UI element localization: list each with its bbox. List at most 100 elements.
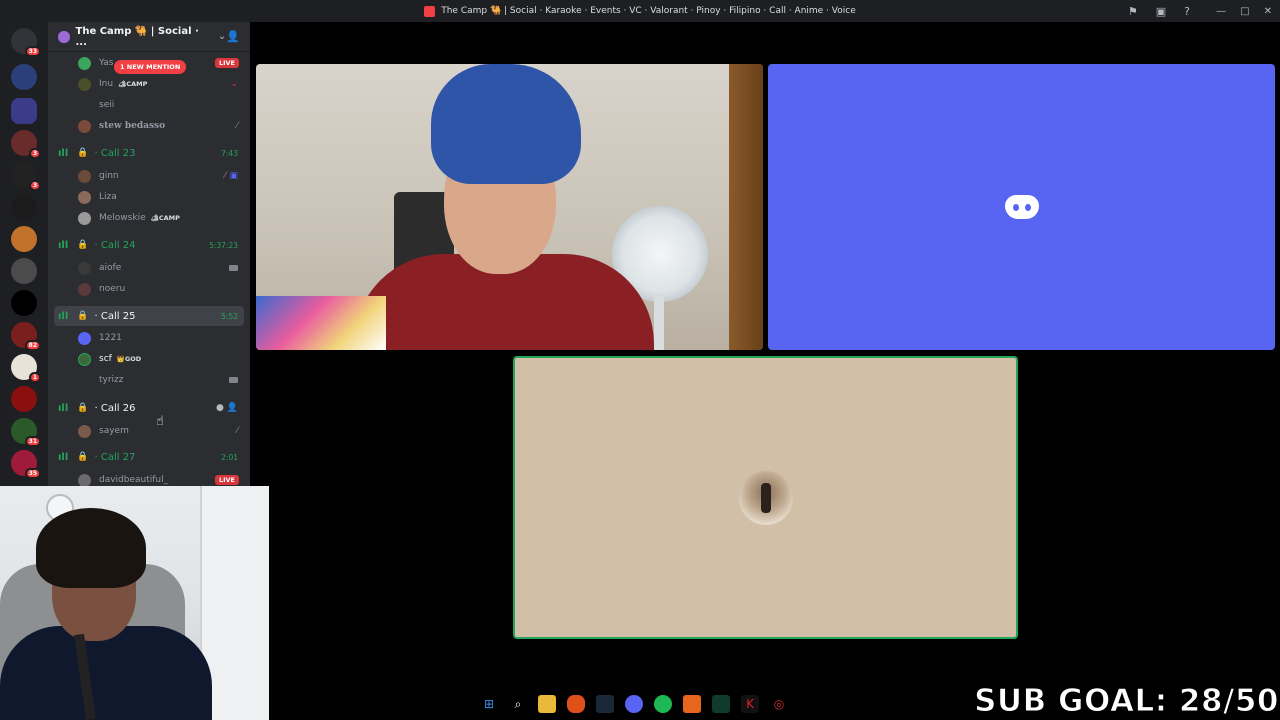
- role-tag: 👑GOD: [116, 355, 142, 363]
- app-icon-k[interactable]: K: [741, 695, 759, 713]
- server-badge-icon: [58, 30, 70, 43]
- spotify-icon[interactable]: [654, 695, 672, 713]
- voice-user[interactable]: tyrizz: [48, 370, 250, 390]
- voice-channel-call-23[interactable]: ıll 🔒 · Call 23 7:43: [48, 143, 250, 163]
- voice-user[interactable]: Liza: [48, 187, 250, 207]
- file-explorer-icon[interactable]: [538, 695, 556, 713]
- maximize-icon[interactable]: □: [1240, 6, 1249, 17]
- streamer-webcam: [0, 486, 269, 720]
- streamer-shirt: [0, 626, 212, 720]
- server-badge: 3: [28, 180, 41, 191]
- voice-channel-call-26[interactable]: ıll 🔒 · Call 26 ● 👤: [48, 398, 250, 418]
- avatar-figure: [760, 482, 771, 513]
- chat-icon[interactable]: ●: [216, 403, 224, 413]
- channel-name: · Call 26: [94, 402, 136, 414]
- voice-channel-call-27[interactable]: ıll 🔒 · Call 27 2:01: [48, 447, 250, 467]
- lock-icon: 🔒: [77, 240, 89, 250]
- server-badge: 31: [24, 436, 41, 447]
- avatar: [78, 352, 91, 366]
- server-folder[interactable]: [11, 98, 37, 124]
- voice-user[interactable]: 1221: [48, 328, 250, 348]
- live-badge: LIVE: [214, 475, 239, 485]
- lock-icon: 🔒: [77, 311, 89, 321]
- discord-taskbar-icon[interactable]: [625, 695, 643, 713]
- avatar: [78, 169, 91, 183]
- server-badge: 82: [24, 340, 41, 351]
- call-timer: 5:52: [221, 311, 238, 321]
- pillow: [256, 296, 386, 350]
- invite-people-icon[interactable]: 👤: [226, 30, 240, 43]
- close-icon[interactable]: ✕: [1264, 6, 1272, 17]
- server-icon-2[interactable]: 3: [11, 130, 41, 159]
- video-tile-discord[interactable]: [768, 64, 1275, 350]
- avatar: [78, 190, 91, 204]
- windows-start-icon[interactable]: ⊞: [480, 695, 498, 713]
- user-name: aiofe: [99, 263, 122, 273]
- server-icon-4[interactable]: [11, 258, 37, 284]
- brave-browser-icon[interactable]: [567, 695, 585, 713]
- user-name: ginn: [99, 171, 119, 181]
- search-icon[interactable]: ⌕: [509, 695, 527, 713]
- screen: The Camp 🐫 | Social · Karaoke · Events ·…: [0, 0, 1280, 720]
- user-name: Melowskie: [99, 213, 146, 223]
- app-icon-orange[interactable]: [683, 695, 701, 713]
- voice-activity-icon: ıll: [58, 239, 69, 251]
- video-tile-camera[interactable]: [256, 64, 763, 350]
- server-icon-8[interactable]: 31: [11, 418, 41, 447]
- steam-icon[interactable]: [596, 695, 614, 713]
- head-towel: [431, 64, 581, 184]
- voice-user[interactable]: Inu 🏕CAMP ⌄: [48, 74, 250, 94]
- sub-goal-overlay: SUB GOAL: 28/50: [974, 683, 1279, 720]
- channel-sidebar: The Camp 🐫 | Social · ... ⌄ 👤 Yas LIVE 1…: [48, 22, 250, 488]
- streamer-hair: [36, 508, 146, 588]
- voice-user[interactable]: noeru: [48, 279, 250, 299]
- user-name: davidbeautiful_: [99, 475, 169, 485]
- terminal-icon[interactable]: [712, 695, 730, 713]
- title-bar: The Camp 🐫 | Social · Karaoke · Events ·…: [0, 0, 1280, 22]
- flag-icon[interactable]: ⚑: [1128, 5, 1138, 18]
- voice-user[interactable]: aiofe: [48, 258, 250, 278]
- voice-user[interactable]: sayem ⁄: [48, 421, 250, 441]
- channel-name: · Call 23: [94, 147, 136, 159]
- server-icon-7[interactable]: [11, 386, 37, 412]
- server-icon-the-camp[interactable]: 1: [11, 354, 41, 383]
- minimize-icon[interactable]: —: [1216, 6, 1226, 17]
- new-mention-pill[interactable]: 1 NEW MENTION: [114, 60, 187, 74]
- server-name: The Camp 🐫 | Social · ...: [75, 25, 199, 48]
- voice-user[interactable]: scf 👑GOD: [48, 349, 250, 369]
- server-icon: [424, 5, 436, 17]
- titlebar-tools: ⚑ ▣ ?: [1128, 0, 1190, 22]
- call-timer: 5:37:23: [209, 240, 238, 250]
- server-icon-pizzeria[interactable]: [11, 226, 37, 252]
- voice-user[interactable]: stew bedasso ⁄: [48, 116, 250, 136]
- server-icon-3[interactable]: [11, 194, 37, 220]
- call-timer: 2:01: [221, 452, 238, 462]
- user-name: sayem: [99, 426, 129, 436]
- screen-share-icon[interactable]: ▣: [1156, 5, 1166, 18]
- server-icon-5[interactable]: [11, 290, 37, 316]
- chevron-down-icon[interactable]: ⌄: [218, 31, 226, 42]
- activity-icon: ▣: [229, 171, 238, 181]
- voice-channel-call-25[interactable]: ıll 🔒 · Call 25 5:52: [54, 306, 244, 326]
- user-name: Liza: [99, 192, 117, 202]
- voice-user[interactable]: ginn ⁄ ▣: [48, 166, 250, 186]
- muted-icon: ⁄: [224, 171, 226, 181]
- channel-name: · Call 24: [94, 239, 136, 251]
- help-icon[interactable]: ?: [1184, 5, 1190, 18]
- voice-activity-icon: ıll: [58, 402, 69, 414]
- server-icon-sixtine[interactable]: 3: [11, 162, 41, 191]
- server-icon-9[interactable]: 35: [11, 450, 41, 479]
- voice-user[interactable]: seii: [48, 95, 250, 115]
- server-icon-6[interactable]: 82: [11, 322, 41, 351]
- voice-channel-call-24[interactable]: ıll 🔒 · Call 24 5:37:23: [48, 235, 250, 255]
- video-tile-avatar-speaking[interactable]: [513, 356, 1018, 639]
- invite-icon[interactable]: 👤: [227, 403, 238, 413]
- muted-icon: ⁄: [236, 426, 238, 436]
- participant-avatar: [738, 470, 793, 525]
- voice-user[interactable]: Melowskie 🏕CAMP: [48, 208, 250, 228]
- server-badge: 35: [24, 468, 41, 479]
- server-icon-1[interactable]: [11, 64, 37, 90]
- home-button[interactable]: 33: [11, 28, 41, 57]
- server-header[interactable]: The Camp 🐫 | Social · ... ⌄ 👤: [48, 22, 250, 52]
- app-icon-circle[interactable]: ◎: [770, 695, 788, 713]
